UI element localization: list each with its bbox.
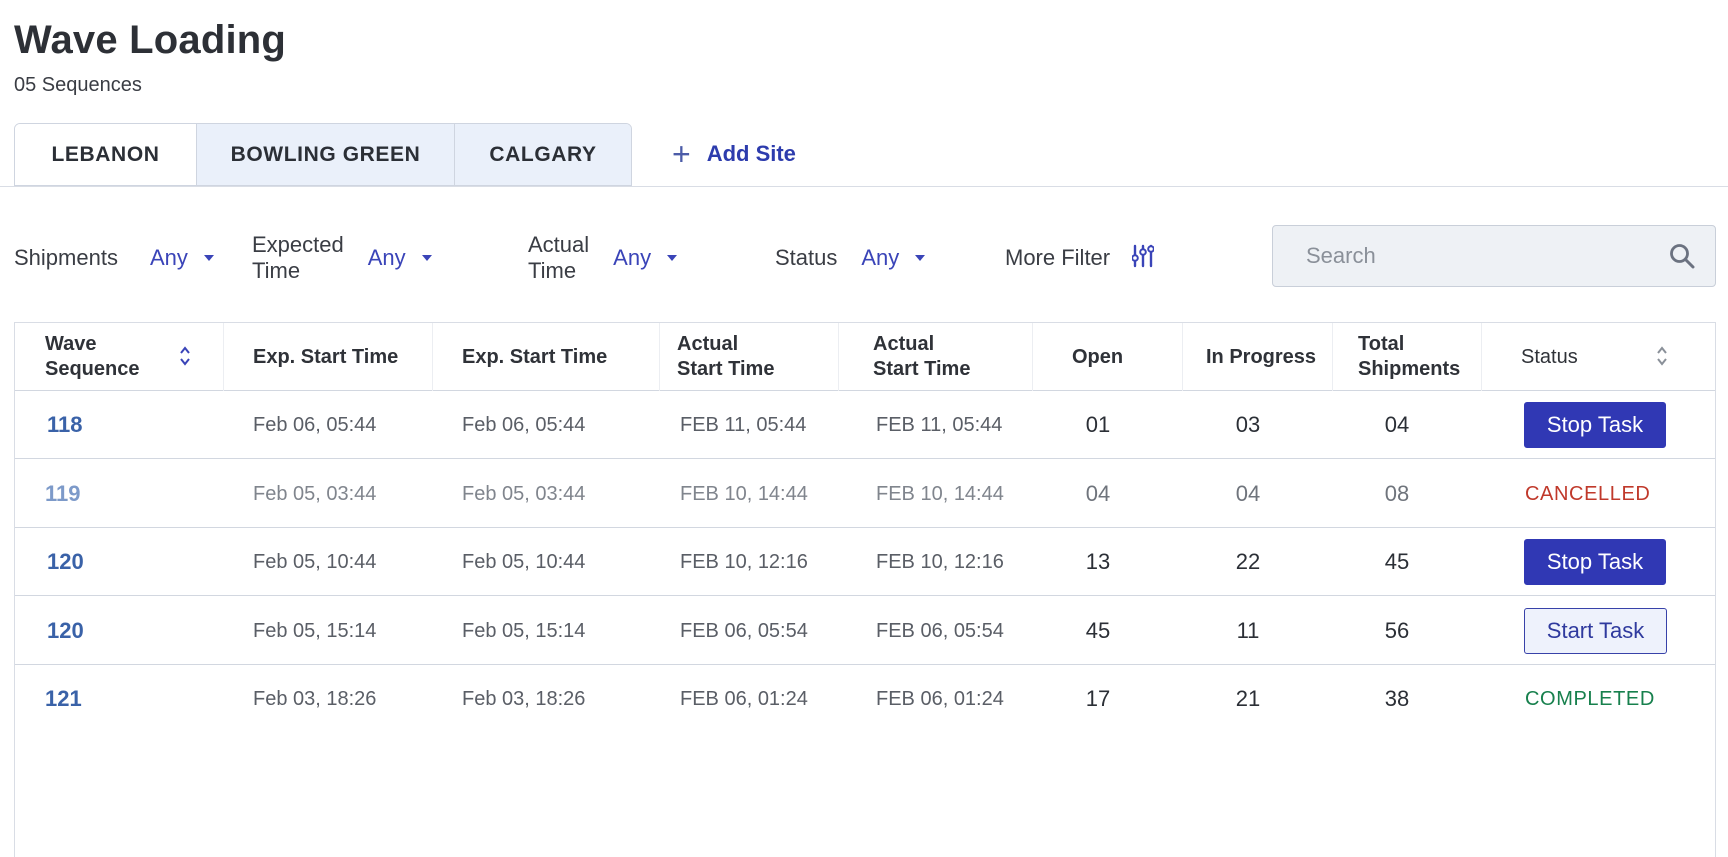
- header-in-progress: In Progress: [1206, 345, 1317, 368]
- caret-down-icon: [667, 255, 678, 261]
- wave-sequence-link[interactable]: 118: [47, 391, 83, 459]
- search-input[interactable]: [1306, 243, 1646, 269]
- total-shipments-count: 08: [1384, 481, 1410, 506]
- open-count: 13: [1085, 549, 1111, 574]
- actual-start-time: FEB 06, 05:54: [876, 619, 1004, 642]
- open-count: 17: [1085, 686, 1111, 711]
- filter-label: Actual Time: [528, 232, 590, 283]
- open-count: 01: [1085, 412, 1111, 437]
- caret-down-icon: [915, 255, 926, 261]
- filter-value: Any: [367, 245, 406, 270]
- search-box: [1272, 225, 1716, 287]
- table-row[interactable]: 121 Feb 03, 18:26 Feb 03, 18:26 FEB 06, …: [15, 665, 1715, 733]
- exp-start-time: Feb 05, 10:44: [462, 550, 586, 573]
- open-count: 45: [1085, 618, 1111, 643]
- header-exp-start-time: Exp. Start Time: [253, 345, 399, 368]
- plus-icon: +: [672, 136, 691, 172]
- total-shipments-count: 56: [1384, 618, 1410, 643]
- exp-start-time: Feb 05, 10:44: [253, 550, 377, 573]
- table-row[interactable]: 118 Feb 06, 05:44 Feb 06, 05:44 FEB 11, …: [15, 391, 1715, 459]
- header-divider: [0, 186, 1728, 187]
- sort-icon[interactable]: [1656, 345, 1668, 372]
- more-filter-label: More Filter: [1005, 245, 1111, 270]
- header-total-shipments: Total Shipments: [1358, 333, 1461, 380]
- status-badge: COMPLETED: [1525, 687, 1655, 710]
- sliders-icon: [1131, 244, 1155, 273]
- exp-start-time: Feb 05, 03:44: [253, 482, 377, 505]
- filter-value: Any: [861, 245, 900, 270]
- open-count: 04: [1085, 481, 1111, 506]
- table-row[interactable]: 120 Feb 05, 15:14 Feb 05, 15:14 FEB 06, …: [15, 597, 1715, 665]
- header-open: Open: [1072, 345, 1124, 368]
- exp-start-time: Feb 05, 15:14: [253, 619, 377, 642]
- actual-start-time: FEB 10, 12:16: [680, 550, 808, 573]
- in-progress-count: 22: [1235, 549, 1261, 574]
- actual-start-time: FEB 06, 01:24: [680, 687, 808, 710]
- filter-status[interactable]: Status Any: [775, 242, 926, 274]
- page-title: Wave Loading: [14, 18, 287, 62]
- filter-value: Any: [613, 245, 652, 270]
- tab-calgary[interactable]: CALGARY: [455, 124, 631, 185]
- exp-start-time: Feb 06, 05:44: [253, 413, 377, 436]
- actual-start-time: FEB 10, 14:44: [680, 482, 808, 505]
- search-icon[interactable]: [1669, 243, 1695, 274]
- caret-down-icon: [421, 255, 432, 261]
- actual-start-time: FEB 10, 14:44: [876, 482, 1004, 505]
- filter-shipments[interactable]: Shipments Any: [14, 242, 214, 274]
- in-progress-count: 21: [1235, 686, 1261, 711]
- tab-lebanon[interactable]: LEBANON: [15, 124, 197, 185]
- status-badge: CANCELLED: [1525, 482, 1651, 505]
- table-row[interactable]: 119 Feb 05, 03:44 Feb 05, 03:44 FEB 10, …: [15, 460, 1715, 528]
- table-row[interactable]: 120 Feb 05, 10:44 Feb 05, 10:44 FEB 10, …: [15, 528, 1715, 596]
- total-shipments-count: 04: [1384, 412, 1410, 437]
- exp-start-time: Feb 03, 18:26: [462, 687, 586, 710]
- total-shipments-count: 45: [1384, 549, 1410, 574]
- table-header: Wave Sequence Exp. Start Time Exp. Start…: [15, 323, 1715, 391]
- filter-label: Expected Time: [252, 232, 344, 283]
- wave-table: Wave Sequence Exp. Start Time Exp. Start…: [14, 322, 1716, 857]
- page-subtitle: 05 Sequences: [14, 74, 142, 96]
- exp-start-time: Feb 05, 15:14: [462, 619, 586, 642]
- filter-label: Shipments: [14, 245, 118, 270]
- actual-start-time: FEB 06, 01:24: [876, 687, 1004, 710]
- wave-sequence-link[interactable]: 121: [45, 665, 82, 733]
- filter-value: Any: [149, 245, 188, 270]
- wave-sequence-link[interactable]: 119: [45, 460, 81, 528]
- caret-down-icon: [203, 255, 214, 261]
- in-progress-count: 04: [1235, 481, 1261, 506]
- tab-bowling-green[interactable]: BOWLING GREEN: [197, 124, 455, 185]
- header-status[interactable]: Status: [1521, 323, 1578, 391]
- add-site-label: Add Site: [706, 141, 796, 166]
- site-tabs: LEBANON BOWLING GREEN CALGARY: [14, 123, 632, 186]
- header-wave-sequence[interactable]: Wave Sequence: [45, 323, 165, 391]
- in-progress-count: 11: [1236, 618, 1260, 643]
- actual-start-time: FEB 10, 12:16: [876, 550, 1004, 573]
- header-actual-start-time-2: Actual Start Time: [873, 333, 971, 380]
- in-progress-count: 03: [1235, 412, 1261, 437]
- exp-start-time: Feb 03, 18:26: [253, 687, 377, 710]
- stop-task-button[interactable]: Stop Task: [1524, 539, 1666, 585]
- filter-label: Status: [775, 245, 838, 270]
- header-actual-start-time: Actual Start Time: [677, 333, 775, 380]
- filter-expected-time[interactable]: Expected Time Any: [252, 232, 432, 283]
- more-filter-button[interactable]: More Filter: [1005, 242, 1155, 274]
- wave-sequence-link[interactable]: 120: [47, 597, 84, 665]
- start-task-button[interactable]: Start Task: [1524, 608, 1667, 654]
- actual-start-time: FEB 06, 05:54: [680, 619, 808, 642]
- exp-start-time: Feb 06, 05:44: [462, 413, 586, 436]
- actual-start-time: FEB 11, 05:44: [680, 413, 807, 436]
- actual-start-time: FEB 11, 05:44: [876, 413, 1003, 436]
- filter-actual-time[interactable]: Actual Time Any: [528, 232, 678, 283]
- wave-sequence-link[interactable]: 120: [47, 528, 84, 596]
- total-shipments-count: 38: [1384, 686, 1410, 711]
- sort-icon[interactable]: [179, 345, 191, 372]
- header-exp-start-time-2: Exp. Start Time: [462, 345, 608, 368]
- exp-start-time: Feb 05, 03:44: [462, 482, 586, 505]
- stop-task-button[interactable]: Stop Task: [1524, 402, 1666, 448]
- add-site-button[interactable]: + Add Site: [672, 138, 796, 170]
